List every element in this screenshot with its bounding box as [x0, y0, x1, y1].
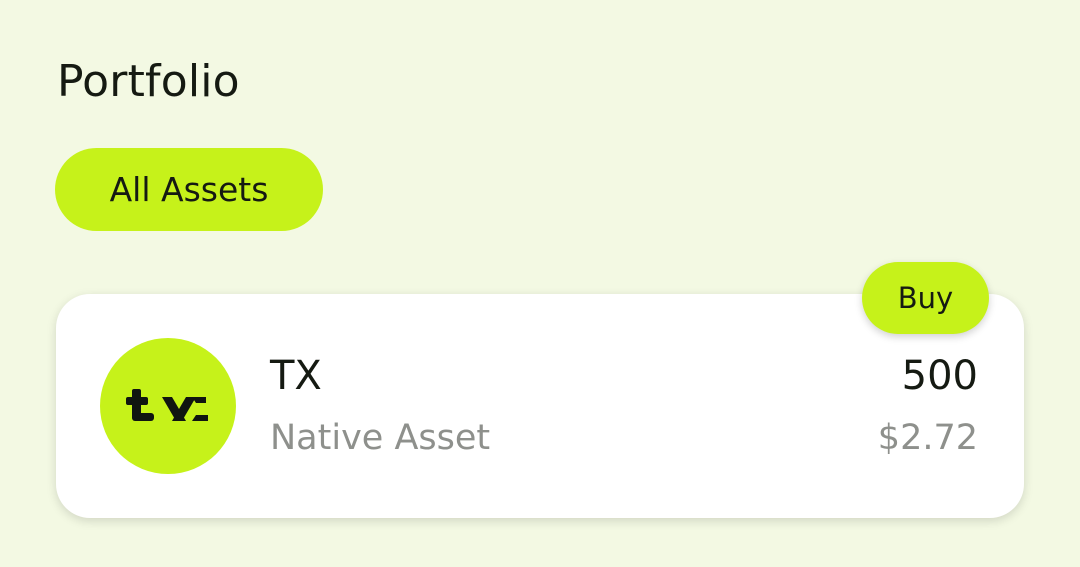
buy-button[interactable]: Buy: [862, 262, 989, 334]
asset-fiat-value: $2.72: [877, 418, 978, 458]
all-assets-filter-chip[interactable]: All Assets: [55, 148, 323, 231]
tx-logo-icon: [100, 338, 236, 474]
page-title: Portfolio: [57, 56, 240, 107]
asset-amount: 500: [901, 353, 978, 399]
asset-symbol: TX: [270, 353, 322, 399]
asset-subtitle: Native Asset: [270, 418, 491, 458]
